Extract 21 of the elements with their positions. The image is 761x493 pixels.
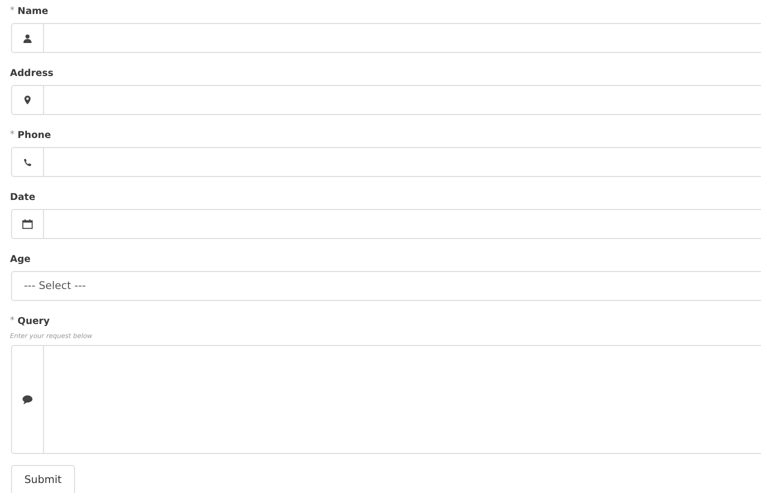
calendar-icon — [22, 219, 33, 229]
input-field[interactable] — [11, 85, 761, 115]
input-field[interactable] — [11, 23, 761, 53]
field-label: Age — [10, 254, 31, 264]
field-label: Address — [10, 68, 54, 78]
select-field[interactable]: --- Select --- — [11, 271, 761, 301]
speech-bubble-icon — [22, 394, 33, 404]
map-pin-icon — [24, 95, 31, 105]
input-field[interactable] — [11, 209, 761, 239]
required-mark: * — [10, 130, 14, 140]
required-mark: * — [10, 316, 14, 326]
submit-button[interactable]: Submit — [11, 465, 75, 493]
textarea-field[interactable] — [11, 345, 761, 454]
field-label: Name — [18, 6, 48, 16]
field-label: Date — [10, 192, 36, 202]
user-icon — [23, 34, 32, 42]
field-label: Phone — [18, 130, 51, 140]
input-field[interactable] — [11, 147, 761, 177]
phone-icon — [23, 158, 32, 166]
required-mark: * — [10, 6, 14, 16]
field-label: Query — [18, 316, 50, 326]
